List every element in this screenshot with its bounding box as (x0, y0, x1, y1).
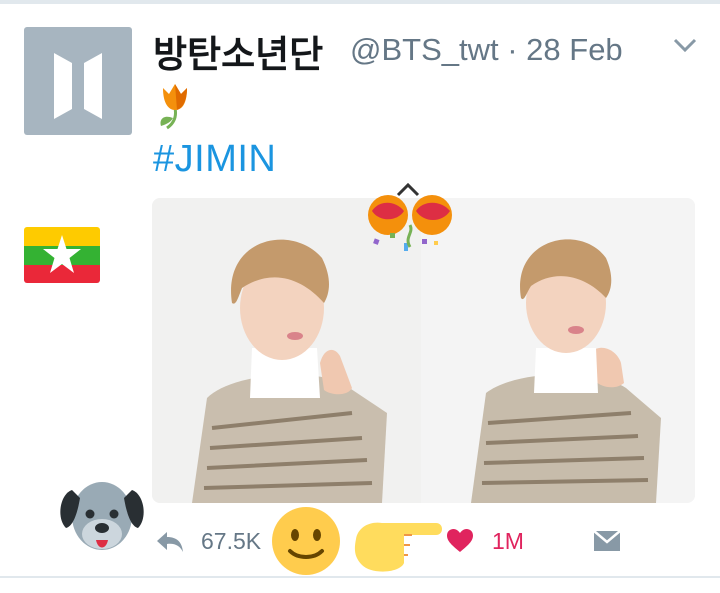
bottom-divider (0, 576, 720, 578)
dog-face-icon (60, 482, 144, 550)
display-name[interactable]: 방탄소년단 (153, 24, 323, 78)
slightly-smiling-face-icon (272, 507, 340, 575)
avatar[interactable] (24, 27, 132, 135)
heart-icon[interactable] (446, 528, 474, 554)
reply-count: 67.5K (201, 528, 262, 554)
myanmar-flag-icon (24, 227, 100, 283)
top-divider (0, 0, 720, 4)
bts-logo-icon (54, 53, 102, 119)
handle-and-date[interactable]: @BTS_twt · 28 Feb (350, 32, 623, 68)
pointing-right-hand-icon (354, 522, 442, 572)
photo-2[interactable] (426, 198, 695, 503)
reply-icon[interactable] (155, 528, 185, 554)
tulip-icon (160, 84, 187, 130)
chevron-down-icon[interactable] (672, 36, 698, 54)
hashtag-link[interactable]: #JIMIN (153, 138, 276, 181)
direct-message-icon[interactable] (592, 529, 622, 553)
like-count: 1M (492, 528, 524, 554)
confetti-ball-icon (368, 182, 452, 251)
